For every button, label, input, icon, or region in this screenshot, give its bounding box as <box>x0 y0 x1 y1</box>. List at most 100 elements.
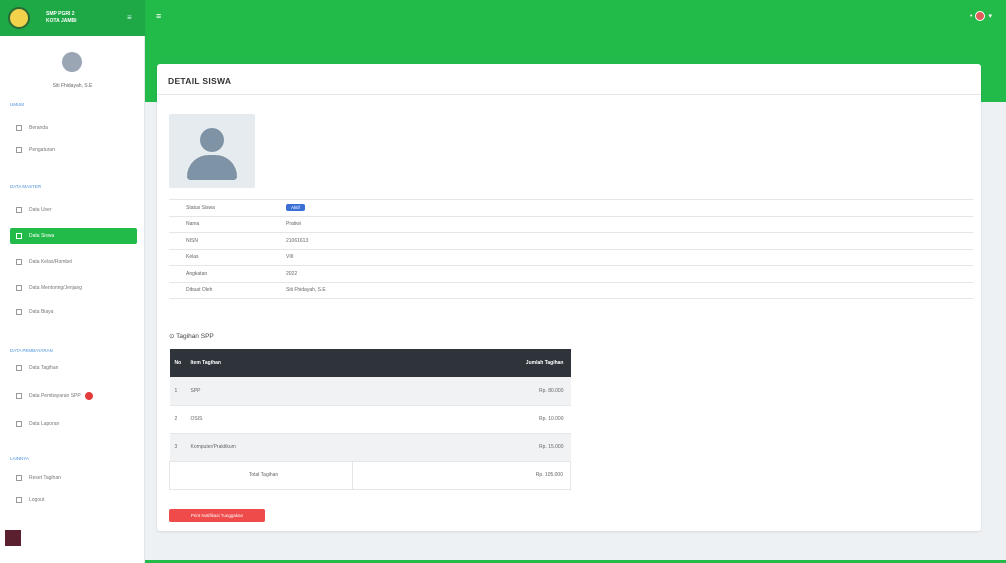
home-icon <box>16 125 22 131</box>
menu-toggle-icon[interactable]: ≡ <box>156 11 161 21</box>
table-row: Dibuat Oleh Siti Fhidayah, S.E <box>169 281 973 299</box>
sidebar-item-label: Data User <box>29 207 52 213</box>
sidebar-item-label: Data Laporan <box>29 421 60 427</box>
tagihan-heading: ⊙ Tagihan SPP <box>169 332 214 340</box>
student-photo <box>169 114 255 188</box>
logout-icon <box>16 497 22 503</box>
info-key: Angkatan <box>169 265 286 282</box>
bill-item: SPP <box>185 377 353 406</box>
bill-no: 1 <box>169 377 186 406</box>
sidebar-item-label: Data Tagihan <box>29 365 59 371</box>
info-key: Kelas <box>169 248 286 266</box>
section-umum: UMUM <box>10 102 24 107</box>
sidebar-item-data-pembayaran[interactable]: Data Pembayaran SPP <box>10 388 137 404</box>
bill-no: 2 <box>169 405 186 434</box>
bill-item: Komputer/Praktikum <box>185 433 353 462</box>
app-name-line1: SMP PGRI 2 <box>46 11 75 17</box>
bill-amount: Rp. 15.000 <box>352 433 571 462</box>
column-header-item: Item Tagihan <box>185 349 353 377</box>
user-avatar-icon <box>62 52 82 72</box>
print-notification-button[interactable]: Print Notifikasi Tunggakan <box>169 509 265 522</box>
column-header-amount: Jumlah Tagihan <box>352 349 571 377</box>
sidebar: Siti Fhidayah, S.E UMUM Beranda Pengatur… <box>0 36 145 563</box>
bill-amount: Rp. 80.000 <box>352 377 571 406</box>
info-value: Siti Fhidayah, S.E <box>286 281 973 299</box>
avatar[interactable] <box>975 11 986 21</box>
section-data-pembayaran: DATA PEMBAYARAN <box>10 348 53 353</box>
settings-icon <box>16 147 22 153</box>
bill-amount: Rp. 10.000 <box>352 405 571 434</box>
section-lainnya: LAINNYA <box>10 456 29 461</box>
sidebar-item-label: Pengaturan <box>29 147 55 153</box>
section-data-master: DATA MASTER <box>10 184 42 189</box>
chevron-down-icon[interactable]: ▾ <box>988 12 992 20</box>
info-value: 21061613 <box>286 232 973 249</box>
app-name-line2: KOTA JAMBI <box>46 18 77 24</box>
sidebar-item-label: Beranda <box>29 125 48 131</box>
page-title: DETAIL SISWA <box>157 64 981 95</box>
sidebar-item-data-kelas[interactable]: Data Kelas/Rombel <box>10 254 137 270</box>
total-amount: Rp. 105.000 <box>352 460 571 490</box>
sidebar-item-logout[interactable]: Logout <box>10 492 137 508</box>
users-icon <box>16 207 22 213</box>
sidebar-item-label: Data Mentoring/Jenjang <box>29 285 83 291</box>
table-row: Nama Pratiwi <box>169 215 973 233</box>
table-row: 3 Komputer/Praktikum Rp. 15.000 <box>169 433 571 462</box>
user-menu[interactable]: • ▾ <box>970 11 992 21</box>
payment-icon <box>16 393 22 399</box>
app-name: SMP PGRI 2 KOTA JAMBI <box>46 11 77 25</box>
notification-icon[interactable]: • <box>970 13 972 20</box>
sidebar-item-pengaturan[interactable]: Pengaturan <box>10 142 137 158</box>
total-row: Total Tagihan Rp. 105.000 <box>169 460 571 490</box>
info-key: NISN <box>169 232 286 249</box>
sidebar-item-data-laporan[interactable]: Data Laporan <box>10 416 137 432</box>
top-navbar <box>0 0 1006 36</box>
info-value: Pratiwi <box>286 215 973 233</box>
report-icon <box>16 421 22 427</box>
clock-icon: ⊙ <box>169 333 175 340</box>
sidebar-item-reset-tagihan[interactable]: Reset Tagihan <box>10 470 137 486</box>
detail-card: DETAIL SISWA Status Siswa Aktif Nama Pra… <box>157 64 981 531</box>
avatar-head-icon <box>200 128 224 152</box>
column-header-no: No <box>169 349 186 377</box>
reset-icon <box>16 475 22 481</box>
table-row: 2 OSIS Rp. 10.000 <box>169 405 571 434</box>
info-key: Nama <box>169 215 286 233</box>
bill-icon <box>16 365 22 371</box>
sidebar-item-data-siswa[interactable]: Data Siswa <box>10 228 137 244</box>
money-icon <box>16 309 22 315</box>
sidebar-item-beranda[interactable]: Beranda <box>10 120 137 136</box>
table-row: NISN 21061613 <box>169 232 973 249</box>
info-value: VIII <box>286 248 973 266</box>
sidebar-footer-block <box>5 530 21 546</box>
student-icon <box>16 233 22 239</box>
sidebar-item-label: Reset Tagihan <box>29 475 61 481</box>
sidebar-item-label: Data Pembayaran SPP <box>29 393 81 399</box>
table-row: Status Siswa Aktif <box>169 199 973 216</box>
collapse-icon[interactable]: ≡ <box>127 13 132 22</box>
table-row: Kelas VIII <box>169 248 973 266</box>
table-row: 1 SPP Rp. 80.000 <box>169 377 571 406</box>
sidebar-item-label: Data Siswa <box>29 233 55 239</box>
sidebar-item-data-user[interactable]: Data User <box>10 202 137 218</box>
bill-item: OSIS <box>185 405 353 434</box>
class-icon <box>16 259 22 265</box>
school-logo-icon <box>8 7 30 29</box>
table-row: Angkatan 2022 <box>169 265 973 282</box>
info-key: Dibuat Oleh <box>169 281 286 299</box>
tagihan-title: Tagihan SPP <box>176 333 214 340</box>
sidebar-item-data-biaya[interactable]: Data Biaya <box>10 304 137 320</box>
table-header-row: No Item Tagihan Jumlah Tagihan <box>169 349 571 377</box>
sidebar-item-label: Logout <box>29 497 45 503</box>
info-value: Aktif <box>286 199 973 216</box>
sidebar-item-label: Data Biaya <box>29 309 54 315</box>
sidebar-item-data-mentoring[interactable]: Data Mentoring/Jenjang <box>10 280 137 296</box>
info-value: 2022 <box>286 265 973 282</box>
brand[interactable]: SMP PGRI 2 KOTA JAMBI ≡ <box>0 0 145 36</box>
sidebar-user-name: Siti Fhidayah, S.E <box>52 83 93 89</box>
sidebar-item-data-tagihan[interactable]: Data Tagihan <box>10 360 137 376</box>
sidebar-item-label: Data Kelas/Rombel <box>29 259 73 265</box>
bill-table: No Item Tagihan Jumlah Tagihan 1 SPP Rp.… <box>169 349 571 490</box>
bill-no: 3 <box>169 433 186 462</box>
layers-icon <box>16 285 22 291</box>
